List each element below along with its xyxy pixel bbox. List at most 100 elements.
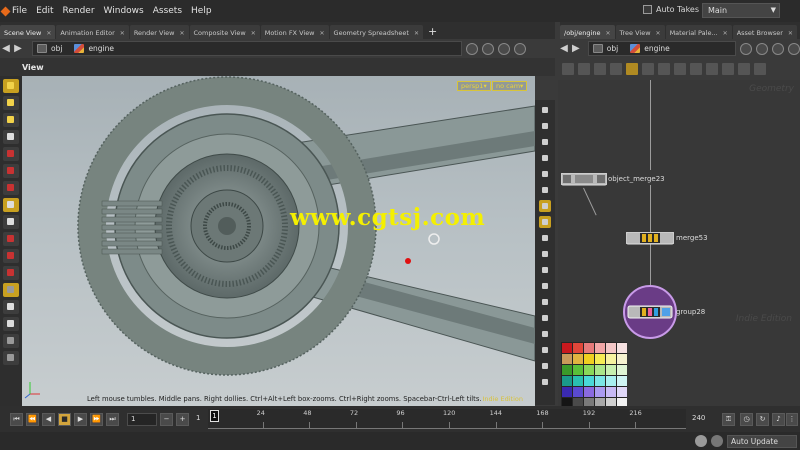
align-icon[interactable] <box>674 63 686 75</box>
forward-arrow-icon[interactable]: ▶ <box>12 43 24 54</box>
shading-icon[interactable] <box>3 317 19 331</box>
snap-icon[interactable] <box>3 215 19 229</box>
menu-windows[interactable]: Windows <box>104 6 144 16</box>
color-swatch[interactable] <box>584 365 594 375</box>
ghost-icon[interactable] <box>539 184 551 196</box>
render-region-icon[interactable] <box>539 360 551 372</box>
link-icon[interactable] <box>756 42 769 55</box>
translate-icon[interactable] <box>3 147 19 161</box>
color-swatch[interactable] <box>617 354 627 364</box>
close-icon[interactable]: ✕ <box>414 30 419 37</box>
range-end-field[interactable]: 240 <box>689 413 715 426</box>
list-icon[interactable] <box>578 63 590 75</box>
rotate-icon[interactable] <box>3 164 19 178</box>
path-segment-engine[interactable]: engine <box>630 44 670 53</box>
select-tool-icon[interactable] <box>3 79 19 93</box>
tab-animation-editor[interactable]: Animation Editor ✕ <box>56 25 129 39</box>
handle-tool-icon[interactable] <box>3 113 19 127</box>
display-icon[interactable] <box>3 300 19 314</box>
color-swatch[interactable] <box>573 387 583 397</box>
tab-network-editor[interactable]: /obj/engine ✕ <box>560 25 615 39</box>
scene-viewport[interactable]: persp1▾ no cam▾ www.cgtsj.com Left mouse… <box>22 76 535 406</box>
home-icon[interactable] <box>539 136 551 148</box>
close-icon[interactable]: ✕ <box>788 30 793 37</box>
close-icon[interactable]: ✕ <box>120 30 125 37</box>
color-swatch[interactable] <box>562 343 572 353</box>
menu-edit[interactable]: Edit <box>36 6 53 16</box>
options-icon[interactable] <box>514 42 526 55</box>
timeline-ruler[interactable]: 1 24 48 72 96 120 144 168 192 216 <box>208 409 686 429</box>
node-merge53[interactable] <box>626 232 674 246</box>
wireframe-icon[interactable] <box>539 280 551 292</box>
close-icon[interactable]: ✕ <box>179 30 184 37</box>
workspace-select[interactable]: Main ▼ <box>702 3 780 18</box>
tab-scene-view[interactable]: Scene View ✕ <box>0 25 56 39</box>
menu-help[interactable]: Help <box>191 6 212 16</box>
close-icon[interactable]: ✕ <box>656 30 661 37</box>
link-icon[interactable] <box>482 42 494 55</box>
tab-motion-fx-view[interactable]: Motion FX View ✕ <box>260 25 329 39</box>
primitive-icon[interactable] <box>539 296 551 308</box>
color-swatch[interactable] <box>562 354 572 364</box>
pin-view-icon[interactable] <box>539 104 551 116</box>
color-swatch[interactable] <box>617 365 627 375</box>
camera-icon[interactable] <box>3 351 19 365</box>
key-icon[interactable]: ⚿ <box>722 413 735 426</box>
flipbook-icon[interactable] <box>539 376 551 388</box>
color-swatch[interactable] <box>562 387 572 397</box>
grid-view-icon[interactable] <box>594 63 606 75</box>
auto-takes[interactable]: Auto Takes <box>643 5 699 14</box>
manipulator-ring[interactable] <box>428 233 440 245</box>
add-tab-icon[interactable]: + <box>428 25 437 39</box>
color-swatch[interactable] <box>562 376 572 386</box>
step-back-icon[interactable]: ⏪ <box>26 412 39 426</box>
color-swatch[interactable] <box>562 365 572 375</box>
chat-icon[interactable] <box>695 435 707 447</box>
frame-minus-icon[interactable]: − <box>160 412 173 426</box>
loop-icon[interactable]: ↻ <box>756 413 769 426</box>
network-path-field[interactable]: obj engine <box>587 41 737 56</box>
node-shape-icon[interactable] <box>754 63 766 75</box>
forward-arrow-icon[interactable]: ▶ <box>570 43 582 54</box>
auto-update-select[interactable]: Auto Update <box>727 435 797 448</box>
auto-takes-checkbox[interactable] <box>643 5 652 14</box>
jump-start-icon[interactable]: ⏮ <box>10 412 23 426</box>
options-icon[interactable] <box>788 42 800 55</box>
tab-tree-view[interactable]: Tree View ✕ <box>615 25 665 39</box>
snap-grid-icon[interactable] <box>3 232 19 246</box>
uv-icon[interactable] <box>539 344 551 356</box>
view-tool-icon[interactable] <box>3 283 19 297</box>
audio-icon[interactable]: ♪ <box>772 413 785 426</box>
pin-icon[interactable] <box>740 42 753 55</box>
tab-composite-view[interactable]: Composite View ✕ <box>189 25 260 39</box>
magnet-icon[interactable] <box>3 266 19 280</box>
tab-geometry-spreadsheet[interactable]: Geometry Spreadsheet ✕ <box>329 25 423 39</box>
path-field[interactable]: obj engine <box>32 41 462 56</box>
display-options-icon[interactable] <box>539 200 551 212</box>
play-reverse-icon[interactable]: ◀ <box>42 412 55 426</box>
help-icon[interactable] <box>772 42 785 55</box>
menu-render[interactable]: Render <box>63 6 95 16</box>
layout-icon[interactable] <box>626 63 638 75</box>
scale-icon[interactable] <box>3 181 19 195</box>
light-icon[interactable] <box>539 168 551 180</box>
snap-icon[interactable] <box>738 63 750 75</box>
color-swatch[interactable] <box>617 376 627 386</box>
arrange-icon[interactable] <box>706 63 718 75</box>
stop-icon[interactable]: ■ <box>58 412 71 426</box>
path-segment-obj[interactable]: obj <box>37 44 62 53</box>
current-frame-field[interactable]: 1 <box>127 412 157 426</box>
options-icon[interactable]: ⋮ <box>786 413 798 426</box>
step-forward-icon[interactable]: ⏩ <box>90 412 103 426</box>
color-swatch[interactable] <box>595 343 605 353</box>
edge-icon[interactable] <box>539 328 551 340</box>
close-icon[interactable]: ✕ <box>605 30 610 37</box>
path-segment-obj[interactable]: obj <box>592 44 618 53</box>
close-icon[interactable]: ✕ <box>251 30 256 37</box>
color-swatch[interactable] <box>606 376 616 386</box>
color-swatch[interactable] <box>606 387 616 397</box>
move-tool-icon[interactable] <box>3 96 19 110</box>
color-swatch[interactable] <box>584 343 594 353</box>
close-icon[interactable]: ✕ <box>320 30 325 37</box>
close-icon[interactable]: ✕ <box>723 30 728 37</box>
